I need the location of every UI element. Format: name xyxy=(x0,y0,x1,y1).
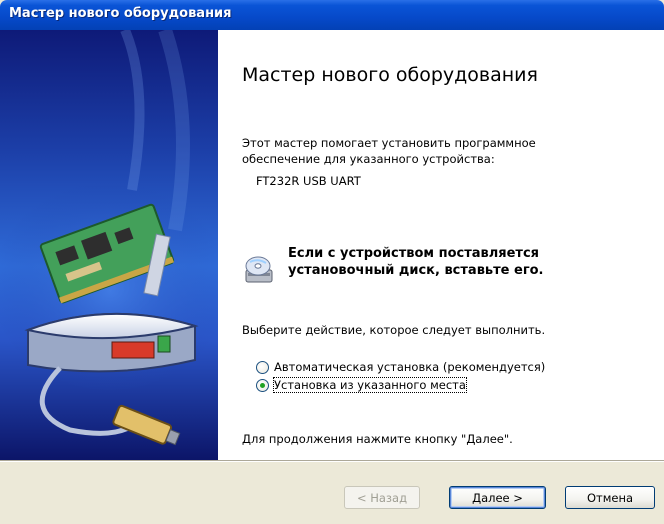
window-title: Мастер нового оборудования xyxy=(9,6,232,21)
disk-instruction-line2: установочный диск, вставьте его. xyxy=(288,263,544,278)
radio-button-manual[interactable] xyxy=(256,378,269,392)
continue-hint-text: Для продолжения нажмите кнопку "Далее". xyxy=(242,432,513,446)
disk-instruction-line1: Если с устройством поставляется xyxy=(288,246,540,261)
radio-auto-install[interactable]: Автоматическая установка (рекомендуется) xyxy=(256,358,545,376)
hardware-illustration-icon xyxy=(0,30,218,446)
next-button[interactable]: Далее > xyxy=(449,486,546,509)
footer-separator xyxy=(0,460,664,462)
back-button[interactable]: < Назад xyxy=(344,486,420,509)
wizard-side-panel xyxy=(0,30,218,460)
wizard-window: Мастер нового оборудования Мастер нового… xyxy=(0,0,664,524)
radio-manual-install[interactable]: Установка из указанного места xyxy=(256,376,467,394)
intro-text-line1: Этот мастер помогает установить программ… xyxy=(242,136,536,150)
device-name: FT232R USB UART xyxy=(256,174,361,188)
title-bar[interactable]: Мастер нового оборудования xyxy=(0,0,664,30)
radio-manual-label[interactable]: Установка из указанного места xyxy=(273,377,467,393)
wizard-content: Мастер нового оборудования Этот мастер п… xyxy=(218,30,664,460)
choose-action-text: Выберите действие, которое следует выпол… xyxy=(242,323,546,337)
cancel-button[interactable]: Отмена xyxy=(565,486,655,509)
cd-disk-icon xyxy=(245,256,273,283)
radio-auto-label[interactable]: Автоматическая установка (рекомендуется) xyxy=(274,360,545,374)
wizard-heading: Мастер нового оборудования xyxy=(242,64,538,86)
radio-button-auto[interactable] xyxy=(256,360,269,374)
intro-text-line2: обеспечение для указанного устройства: xyxy=(242,152,495,166)
